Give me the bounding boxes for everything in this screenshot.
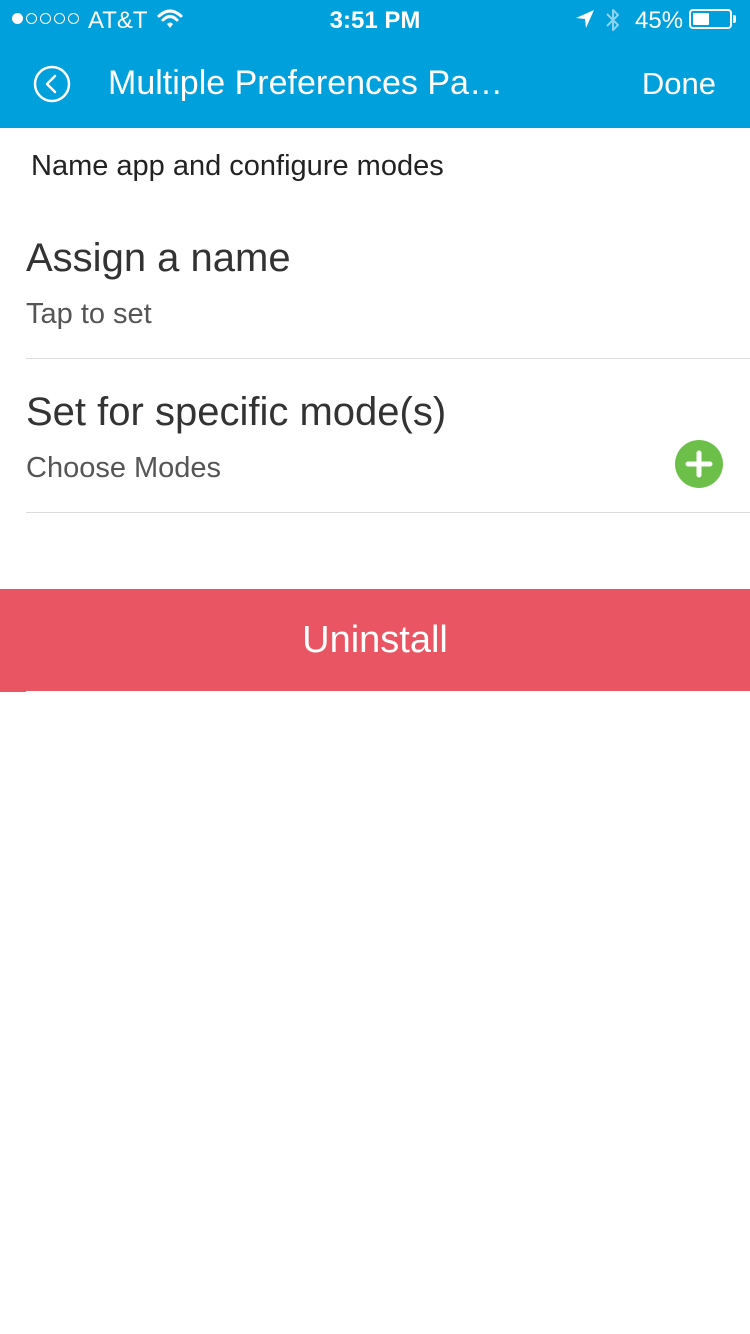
battery-percent: 45%	[635, 7, 684, 34]
assign-name-label: Assign a name	[26, 236, 291, 280]
assign-name-row[interactable]: Assign a name Tap to set	[26, 206, 750, 359]
back-button[interactable]	[33, 65, 71, 103]
done-button[interactable]: Done	[642, 66, 716, 102]
section-title: Name app and configure modes	[31, 150, 444, 182]
specific-modes-row[interactable]: Set for specific mode(s) Choose Modes	[26, 360, 750, 513]
specific-modes-label: Set for specific mode(s)	[26, 390, 447, 434]
uninstall-button[interactable]: Uninstall	[0, 589, 750, 691]
app-header: AT&T 3:51 PM 45% Multiple Preferences Pa…	[0, 0, 750, 128]
divider	[0, 688, 26, 692]
bluetooth-icon	[603, 6, 623, 41]
assign-name-value: Tap to set	[26, 298, 152, 330]
page-title: Multiple Preferences Pa…	[108, 64, 503, 102]
location-icon	[574, 8, 596, 37]
status-bar: AT&T 3:51 PM 45%	[0, 0, 750, 40]
plus-circle-icon	[685, 450, 713, 478]
battery-icon	[689, 9, 736, 29]
choose-modes-value: Choose Modes	[26, 452, 222, 484]
navigation-bar: Multiple Preferences Pa… Done	[0, 40, 750, 128]
chevron-left-circle-icon	[33, 65, 71, 103]
add-mode-button[interactable]	[675, 440, 723, 488]
